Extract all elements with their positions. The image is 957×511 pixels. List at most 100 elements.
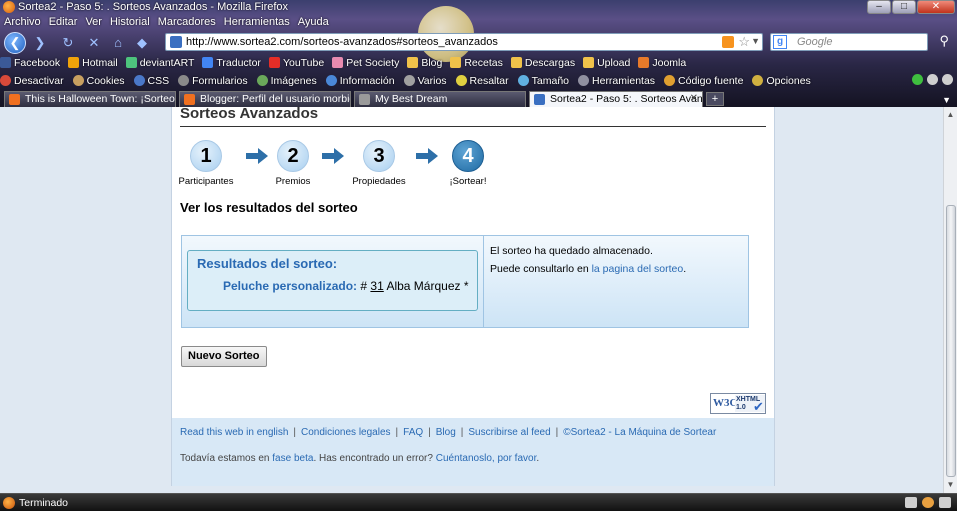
bookmark-recetas[interactable]: Recetas — [450, 55, 503, 70]
toolbar-imagenes[interactable]: Imágenes — [256, 73, 317, 88]
rss-icon[interactable] — [722, 36, 734, 48]
tab-sortea2[interactable]: Sortea2 - Paso 5: . Sorteos Avanz... ✕ — [529, 91, 703, 107]
copyright-link[interactable]: ©Sortea2 - La Máquina de Sortear — [563, 427, 716, 438]
tab-halloween-town[interactable]: This is Halloween Town: ¡Sorteo de ... — [4, 91, 176, 107]
toolbar-tamano[interactable]: Tamaño — [517, 73, 569, 88]
bookmark-youtube[interactable]: YouTube — [268, 55, 324, 70]
results-title: Resultados del sorteo: — [197, 256, 338, 271]
circle-icon[interactable] — [927, 74, 938, 85]
menu-marcadores[interactable]: Marcadores — [154, 15, 220, 30]
bookmark-hotmail[interactable]: Hotmail — [68, 55, 118, 70]
beta-link[interactable]: fase beta — [272, 453, 313, 464]
reload-icon[interactable]: ↻ — [60, 35, 76, 51]
bookmark-blog[interactable]: Blog — [407, 55, 442, 70]
maximize-button[interactable]: □ — [892, 0, 916, 14]
step-label: Premios — [275, 176, 311, 187]
blog-link[interactable]: Blog — [436, 427, 456, 438]
google-icon[interactable]: g — [773, 35, 787, 49]
home-icon[interactable]: ⌂ — [110, 35, 126, 51]
addon-icon[interactable]: ◆ — [134, 35, 150, 51]
url-bar[interactable]: http://www.sortea2.com/sorteos-avanzados… — [165, 33, 763, 51]
firefox-icon[interactable] — [3, 497, 15, 509]
tab-blogger-perfil[interactable]: Blogger: Perfil del usuario morbid-n... — [179, 91, 351, 107]
new-tab-button[interactable]: + — [706, 92, 724, 106]
tools-icon — [578, 75, 590, 86]
blogger-icon — [184, 94, 195, 105]
faq-link[interactable]: FAQ — [403, 427, 423, 438]
search-input[interactable]: Google — [797, 36, 832, 48]
facebook-icon — [0, 57, 11, 68]
menu-ayuda[interactable]: Ayuda — [294, 15, 333, 30]
bookmark-upload[interactable]: Upload — [583, 55, 630, 70]
toolbar-cookies[interactable]: Cookies — [72, 73, 125, 88]
tab-close-icon[interactable]: ✕ — [690, 93, 698, 104]
stop-icon[interactable]: ✕ — [86, 35, 102, 51]
footer: Read this web in english | Condiciones leg… — [172, 418, 774, 486]
menu-editar[interactable]: Editar — [45, 15, 82, 30]
scroll-down-icon[interactable]: ▼ — [944, 478, 957, 492]
w3c-logo: W3C — [713, 397, 738, 409]
bookmark-descargas[interactable]: Descargas — [510, 55, 575, 70]
forward-icon[interactable]: ❯ — [32, 35, 48, 51]
vertical-scrollbar[interactable]: ▲ ▼ — [943, 107, 957, 493]
toolbar-informacion[interactable]: Información — [325, 73, 395, 88]
toolbar-codigo-fuente[interactable]: Código fuente — [664, 73, 743, 88]
menu-historial[interactable]: Historial — [106, 15, 154, 30]
back-icon[interactable]: ❮ — [4, 32, 26, 54]
circle-icon[interactable] — [942, 74, 953, 85]
new-draw-button[interactable]: Nuevo Sorteo — [181, 346, 267, 367]
tab-my-best-dream[interactable]: My Best Dream — [354, 91, 526, 107]
options-icon — [752, 75, 764, 86]
toolbar-varios[interactable]: Varios — [403, 73, 447, 88]
search-icon[interactable]: ⚲ — [939, 33, 949, 49]
winner-number: 31 — [370, 279, 384, 293]
draw-page-link[interactable]: la pagina del sorteo — [592, 263, 684, 275]
misc-icon — [403, 75, 415, 86]
tray-icon[interactable] — [939, 497, 951, 508]
bookmark-star-icon[interactable]: ☆ — [738, 34, 750, 50]
step-number: 2 — [277, 140, 309, 172]
bookmark-facebook[interactable]: Facebook — [0, 55, 60, 70]
menu-ver[interactable]: Ver — [81, 15, 106, 30]
check-icon[interactable] — [912, 74, 923, 85]
title-divider — [180, 126, 766, 127]
step-number: 3 — [363, 140, 395, 172]
legal-link[interactable]: Condiciones legales — [301, 427, 391, 438]
toolbar-opciones[interactable]: Opciones — [752, 73, 811, 88]
footer-links: Read this web in english | Condiciones leg… — [180, 427, 717, 438]
url-text[interactable]: http://www.sortea2.com/sorteos-avanzados… — [186, 36, 498, 48]
feed-link[interactable]: Suscribirse al feed — [468, 427, 550, 438]
form-icon — [178, 75, 190, 86]
w3c-xhtml-badge[interactable]: W3C XHTML 1.0 ✔ — [710, 393, 766, 414]
english-link[interactable]: Read this web in english — [180, 427, 288, 438]
report-link[interactable]: Cuéntanoslo, por favor — [436, 453, 537, 464]
toolbar-resaltar[interactable]: Resaltar — [455, 73, 509, 88]
tray-icon[interactable] — [922, 497, 934, 508]
close-button[interactable]: ✕ — [917, 0, 955, 14]
toolbar-formularios[interactable]: Formularios — [178, 73, 248, 88]
bookmark-joomla[interactable]: Joomla — [638, 55, 686, 70]
status-icons — [912, 74, 953, 85]
bookmark-traductor[interactable]: Traductor — [202, 55, 261, 70]
toolbar-css[interactable]: CSS — [133, 73, 169, 88]
hash-sign: # — [360, 279, 368, 293]
tab-list-icon[interactable]: ▼ — [942, 95, 951, 105]
tray-icon[interactable] — [905, 497, 917, 508]
menu-archivo[interactable]: Archivo — [0, 15, 45, 30]
menu-herramientas[interactable]: Herramientas — [220, 15, 294, 30]
url-dropdown-icon[interactable]: ▼ — [751, 36, 760, 46]
scrollbar-thumb[interactable] — [946, 205, 956, 477]
highlight-icon — [455, 75, 467, 86]
scroll-up-icon[interactable]: ▲ — [944, 108, 957, 122]
toolbar-herramientas[interactable]: Herramientas — [578, 73, 655, 88]
folder-icon — [510, 57, 522, 68]
toolbar-desactivar[interactable]: Desactivar — [0, 73, 64, 88]
minimize-button[interactable]: – — [867, 0, 891, 14]
folder-icon — [583, 57, 595, 68]
translate-icon — [202, 57, 214, 68]
bookmark-pet-society[interactable]: Pet Society — [332, 55, 399, 70]
search-bar[interactable]: g Google ⚲ — [770, 33, 949, 51]
taskbar: Terminado — [0, 493, 957, 511]
deviantart-icon — [125, 57, 137, 68]
bookmark-deviantart[interactable]: deviantART — [125, 55, 194, 70]
